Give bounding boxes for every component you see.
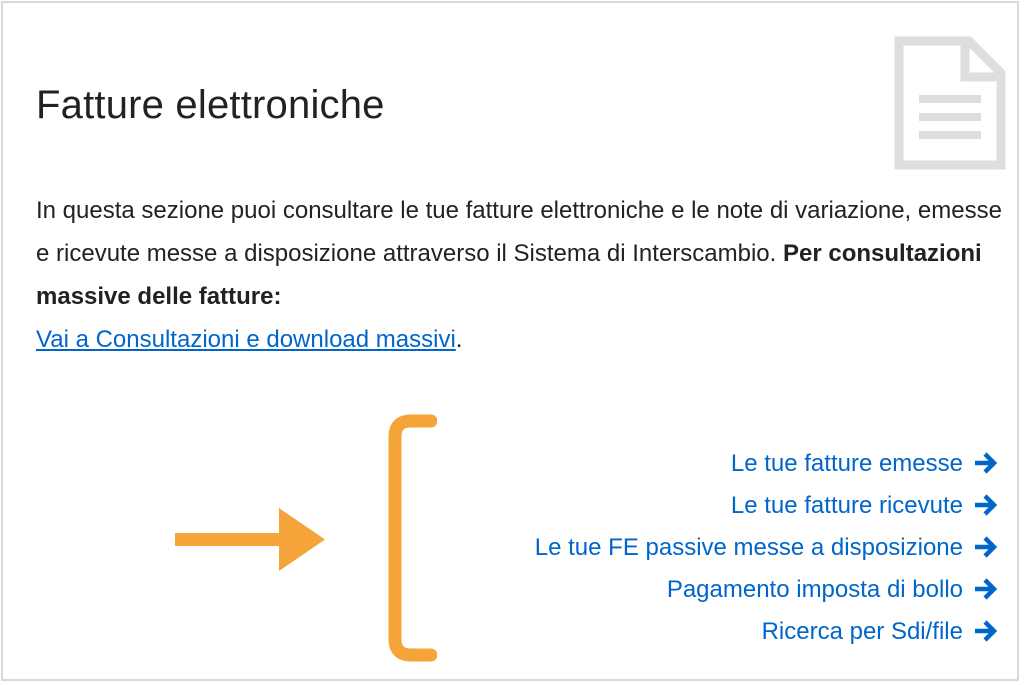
- link-imposta-bollo[interactable]: Pagamento imposta di bollo: [535, 569, 999, 611]
- link-fatture-emesse[interactable]: Le tue fatture emesse: [535, 443, 999, 485]
- link-ricerca-sdi[interactable]: Ricerca per Sdi/file: [535, 611, 999, 653]
- link-label: Ricerca per Sdi/file: [761, 618, 963, 645]
- annotation-arrow-icon: [175, 508, 325, 571]
- page-title: Fatture elettroniche: [36, 83, 385, 127]
- annotation-bracket-icon: [388, 414, 437, 662]
- link-fatture-ricevute[interactable]: Le tue fatture ricevute: [535, 485, 999, 527]
- invoice-links-list: Le tue fatture emesse Le tue fatture ric…: [535, 443, 999, 653]
- arrow-right-icon: [975, 578, 998, 600]
- link-label: Le tue fatture emesse: [730, 450, 963, 477]
- invoices-card: Fatture elettroniche In questa sezione p…: [1, 1, 1019, 681]
- bulk-download-link[interactable]: Vai a Consultazioni e download massivi: [36, 326, 456, 353]
- link-label: Pagamento imposta di bollo: [666, 576, 963, 603]
- arrow-right-icon: [975, 494, 998, 516]
- arrow-right-icon: [975, 536, 998, 558]
- arrow-right-icon: [975, 620, 998, 642]
- link-label: Le tue FE passive messe a disposizione: [534, 534, 963, 561]
- document-icon: [894, 36, 1006, 170]
- link-label: Le tue fatture ricevute: [730, 492, 963, 519]
- description-period: .: [455, 326, 463, 353]
- link-fe-passive[interactable]: Le tue FE passive messe a disposizione: [535, 527, 999, 569]
- arrow-right-icon: [975, 452, 998, 474]
- section-description: In questa sezione puoi consultare le tue…: [36, 189, 1011, 361]
